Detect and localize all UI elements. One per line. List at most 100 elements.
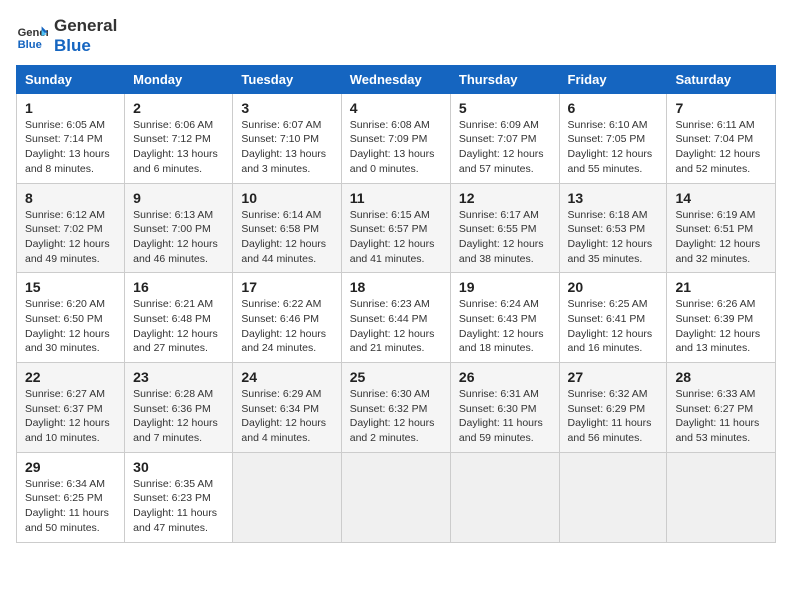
day-cell: 4 Sunrise: 6:08 AM Sunset: 7:09 PM Daylig… <box>341 93 450 183</box>
day-cell: 7 Sunrise: 6:11 AM Sunset: 7:04 PM Daylig… <box>667 93 776 183</box>
day-info: Sunrise: 6:18 AM Sunset: 6:53 PM Dayligh… <box>568 208 659 267</box>
day-number: 4 <box>350 100 442 116</box>
day-cell: 8 Sunrise: 6:12 AM Sunset: 7:02 PM Daylig… <box>17 183 125 273</box>
day-cell: 27Sunrise: 6:32 AM Sunset: 6:29 PM Dayli… <box>559 363 667 453</box>
day-cell: 23 Sunrise: 6:28 AM Sunset: 6:36 PM Dayli… <box>125 363 233 453</box>
day-cell: 26 Sunrise: 6:31 AM Sunset: 6:30 PM Dayli… <box>450 363 559 453</box>
day-number: 8 <box>25 190 116 206</box>
weekday-header-wednesday: Wednesday <box>341 65 450 93</box>
day-number: 19 <box>459 279 551 295</box>
day-cell: 12 Sunrise: 6:17 AM Sunset: 6:55 PM Dayli… <box>450 183 559 273</box>
day-cell <box>450 452 559 542</box>
weekday-header-tuesday: Tuesday <box>233 65 341 93</box>
day-number: 18 <box>350 279 442 295</box>
weekday-header-saturday: Saturday <box>667 65 776 93</box>
day-cell: 29 Sunrise: 6:34 AM Sunset: 6:25 PM Dayli… <box>17 452 125 542</box>
day-number: 14 <box>675 190 767 206</box>
day-number: 12 <box>459 190 551 206</box>
day-cell: 15 Sunrise: 6:20 AM Sunset: 6:50 PM Dayli… <box>17 273 125 363</box>
header-area: General Blue General Blue <box>16 16 776 57</box>
week-row-2: 8 Sunrise: 6:12 AM Sunset: 7:02 PM Daylig… <box>17 183 776 273</box>
day-cell: 13 Sunrise: 6:18 AM Sunset: 6:53 PM Dayli… <box>559 183 667 273</box>
day-number: 26 <box>459 369 551 385</box>
day-cell: 2 Sunrise: 6:06 AM Sunset: 7:12 PM Daylig… <box>125 93 233 183</box>
day-number: 24 <box>241 369 332 385</box>
svg-text:Blue: Blue <box>18 39 42 51</box>
day-number: 22 <box>25 369 116 385</box>
day-number: 20 <box>568 279 659 295</box>
weekday-row: SundayMondayTuesdayWednesdayThursdayFrid… <box>17 65 776 93</box>
day-cell: 22 Sunrise: 6:27 AM Sunset: 6:37 PM Dayli… <box>17 363 125 453</box>
day-info: Sunrise: 6:25 AM Sunset: 6:41 PM Dayligh… <box>568 297 659 356</box>
day-number: 6 <box>568 100 659 116</box>
day-number: 28 <box>675 369 767 385</box>
day-info: Sunrise: 6:07 AM Sunset: 7:10 PM Dayligh… <box>241 118 332 177</box>
day-cell <box>559 452 667 542</box>
day-info: Sunrise: 6:09 AM Sunset: 7:07 PM Dayligh… <box>459 118 551 177</box>
logo: General Blue General Blue <box>16 16 117 57</box>
day-cell <box>233 452 341 542</box>
day-number: 7 <box>675 100 767 116</box>
day-number: 3 <box>241 100 332 116</box>
day-cell: 6 Sunrise: 6:10 AM Sunset: 7:05 PM Daylig… <box>559 93 667 183</box>
day-info: Sunrise: 6:27 AM Sunset: 6:37 PM Dayligh… <box>25 387 116 446</box>
day-number: 21 <box>675 279 767 295</box>
day-number: 11 <box>350 190 442 206</box>
day-cell: 25 Sunrise: 6:30 AM Sunset: 6:32 PM Dayli… <box>341 363 450 453</box>
day-cell: 5 Sunrise: 6:09 AM Sunset: 7:07 PM Daylig… <box>450 93 559 183</box>
day-cell: 17Sunrise: 6:22 AM Sunset: 6:46 PM Dayli… <box>233 273 341 363</box>
day-cell: 24 Sunrise: 6:29 AM Sunset: 6:34 PM Dayli… <box>233 363 341 453</box>
day-cell: 19 Sunrise: 6:24 AM Sunset: 6:43 PM Dayli… <box>450 273 559 363</box>
day-info: Sunrise: 6:12 AM Sunset: 7:02 PM Dayligh… <box>25 208 116 267</box>
week-row-5: 29 Sunrise: 6:34 AM Sunset: 6:25 PM Dayli… <box>17 452 776 542</box>
day-cell: 14 Sunrise: 6:19 AM Sunset: 6:51 PM Dayli… <box>667 183 776 273</box>
day-cell <box>667 452 776 542</box>
day-number: 9 <box>133 190 224 206</box>
weekday-header-sunday: Sunday <box>17 65 125 93</box>
day-info: Sunrise: 6:23 AM Sunset: 6:44 PM Dayligh… <box>350 297 442 356</box>
day-info: Sunrise: 6:28 AM Sunset: 6:36 PM Dayligh… <box>133 387 224 446</box>
day-cell: 1 Sunrise: 6:05 AM Sunset: 7:14 PM Daylig… <box>17 93 125 183</box>
day-cell: 9Sunrise: 6:13 AM Sunset: 7:00 PM Daylig… <box>125 183 233 273</box>
day-info: Sunrise: 6:06 AM Sunset: 7:12 PM Dayligh… <box>133 118 224 177</box>
day-cell: 28 Sunrise: 6:33 AM Sunset: 6:27 PM Dayli… <box>667 363 776 453</box>
day-info: Sunrise: 6:29 AM Sunset: 6:34 PM Dayligh… <box>241 387 332 446</box>
day-number: 10 <box>241 190 332 206</box>
day-number: 1 <box>25 100 116 116</box>
week-row-1: 1 Sunrise: 6:05 AM Sunset: 7:14 PM Daylig… <box>17 93 776 183</box>
logo-icon: General Blue <box>16 20 48 52</box>
day-info: Sunrise: 6:26 AM Sunset: 6:39 PM Dayligh… <box>675 297 767 356</box>
day-number: 5 <box>459 100 551 116</box>
day-number: 16 <box>133 279 224 295</box>
day-info: Sunrise: 6:24 AM Sunset: 6:43 PM Dayligh… <box>459 297 551 356</box>
day-cell: 20 Sunrise: 6:25 AM Sunset: 6:41 PM Dayli… <box>559 273 667 363</box>
day-info: Sunrise: 6:33 AM Sunset: 6:27 PM Dayligh… <box>675 387 767 446</box>
day-number: 23 <box>133 369 224 385</box>
weekday-header-thursday: Thursday <box>450 65 559 93</box>
day-number: 17 <box>241 279 332 295</box>
day-cell: 30Sunrise: 6:35 AM Sunset: 6:23 PM Dayli… <box>125 452 233 542</box>
day-info: Sunrise: 6:34 AM Sunset: 6:25 PM Dayligh… <box>25 477 116 536</box>
calendar-body: 1 Sunrise: 6:05 AM Sunset: 7:14 PM Daylig… <box>17 93 776 542</box>
day-info: Sunrise: 6:11 AM Sunset: 7:04 PM Dayligh… <box>675 118 767 177</box>
day-info: Sunrise: 6:08 AM Sunset: 7:09 PM Dayligh… <box>350 118 442 177</box>
day-info: Sunrise: 6:30 AM Sunset: 6:32 PM Dayligh… <box>350 387 442 446</box>
weekday-header-friday: Friday <box>559 65 667 93</box>
day-info: Sunrise: 6:10 AM Sunset: 7:05 PM Dayligh… <box>568 118 659 177</box>
day-number: 2 <box>133 100 224 116</box>
day-number: 25 <box>350 369 442 385</box>
day-info: Sunrise: 6:31 AM Sunset: 6:30 PM Dayligh… <box>459 387 551 446</box>
day-info: Sunrise: 6:14 AM Sunset: 6:58 PM Dayligh… <box>241 208 332 267</box>
day-info: Sunrise: 6:19 AM Sunset: 6:51 PM Dayligh… <box>675 208 767 267</box>
day-cell: 3 Sunrise: 6:07 AM Sunset: 7:10 PM Daylig… <box>233 93 341 183</box>
day-info: Sunrise: 6:20 AM Sunset: 6:50 PM Dayligh… <box>25 297 116 356</box>
day-number: 13 <box>568 190 659 206</box>
day-number: 15 <box>25 279 116 295</box>
day-number: 29 <box>25 459 116 475</box>
day-info: Sunrise: 6:15 AM Sunset: 6:57 PM Dayligh… <box>350 208 442 267</box>
day-info: Sunrise: 6:32 AM Sunset: 6:29 PM Dayligh… <box>568 387 659 446</box>
day-cell: 11 Sunrise: 6:15 AM Sunset: 6:57 PM Dayli… <box>341 183 450 273</box>
day-info: Sunrise: 6:05 AM Sunset: 7:14 PM Dayligh… <box>25 118 116 177</box>
day-info: Sunrise: 6:17 AM Sunset: 6:55 PM Dayligh… <box>459 208 551 267</box>
logo-general: General <box>54 16 117 36</box>
